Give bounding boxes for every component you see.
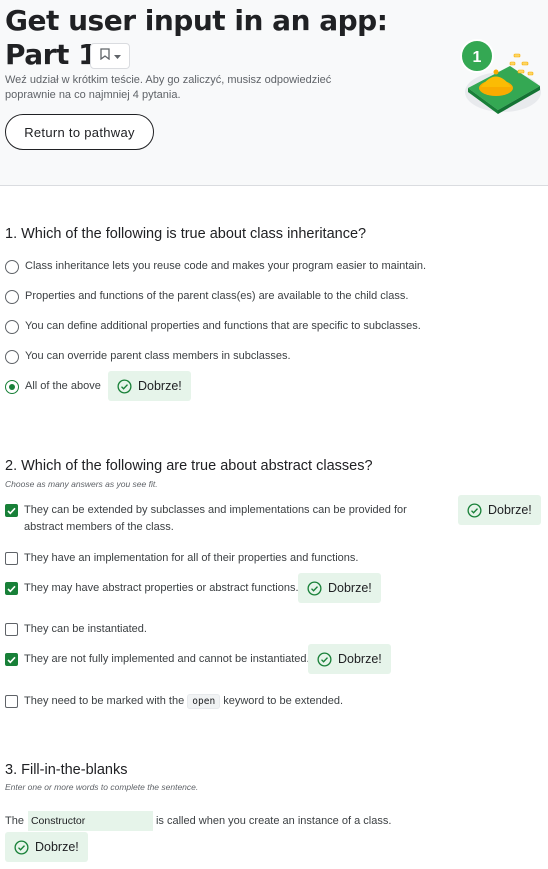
- quiz-instructions: Weź udział w krótkim teście. Aby go zali…: [5, 74, 332, 101]
- q2-option-1[interactable]: They can be extended by subclasses and i…: [5, 502, 435, 536]
- checkbox[interactable]: [5, 552, 18, 565]
- correct-feedback-badge: Dobrze!: [108, 371, 191, 401]
- sentence-after: is called when you create an instance of…: [155, 815, 392, 827]
- option-label: All of the above: [25, 380, 101, 392]
- bookmark-dropdown-button[interactable]: [90, 43, 130, 69]
- check-circle-icon: [307, 580, 322, 596]
- sentence-before: The: [5, 815, 24, 827]
- q1-option-5[interactable]: All of the above: [5, 378, 101, 395]
- radio-button[interactable]: [5, 350, 19, 364]
- option-label: They can be extended by subclasses and i…: [24, 504, 407, 533]
- question-3-hint: Enter one or more words to complete the …: [5, 782, 199, 792]
- quiz-header: Get user input in an app: Part 1 Weź udz…: [0, 0, 548, 186]
- q1-option-1[interactable]: Class inheritance lets you reuse code an…: [5, 258, 426, 275]
- q1-option-2[interactable]: Properties and functions of the parent c…: [5, 288, 408, 305]
- option-label: You can define additional properties and…: [25, 320, 421, 332]
- page-title-line2: Part 1: [5, 38, 98, 71]
- chevron-down-icon: [113, 47, 121, 65]
- option-label: Properties and functions of the parent c…: [25, 290, 409, 302]
- quiz-badge-illustration: 1: [456, 36, 542, 116]
- feedback-text: Dobrze!: [328, 581, 372, 595]
- q2-option-6[interactable]: They need to be marked with the open key…: [5, 693, 343, 710]
- question-3-title: 3. Fill-in-the-blanks: [5, 762, 128, 778]
- page-title-line1: Get user input in an app:: [5, 4, 388, 37]
- radio-button[interactable]: [5, 320, 19, 334]
- q2-option-3[interactable]: They may have abstract properties or abs…: [5, 580, 299, 597]
- option-label: You can override parent class members in…: [25, 350, 291, 362]
- q2-option-5[interactable]: They are not fully implemented and canno…: [5, 651, 310, 668]
- radio-button[interactable]: [5, 260, 19, 274]
- option-label: They are not fully implemented and canno…: [24, 653, 310, 665]
- checkbox[interactable]: [5, 695, 18, 708]
- correct-feedback-badge: Dobrze!: [458, 495, 541, 525]
- option-label: They can be instantiated.: [24, 623, 147, 635]
- question-2-title: 2. Which of the following are true about…: [5, 458, 373, 474]
- checkbox[interactable]: [5, 623, 18, 636]
- fill-in-sentence: The is called when you create an instanc…: [5, 811, 391, 831]
- option-label: They need to be marked with the open key…: [24, 693, 343, 710]
- q2-option-2[interactable]: They have an implementation for all of t…: [5, 550, 358, 567]
- correct-feedback-badge: Dobrze!: [308, 644, 391, 674]
- radio-button[interactable]: [5, 290, 19, 304]
- blank-answer-input[interactable]: [27, 811, 153, 831]
- checkbox-checked[interactable]: [5, 653, 18, 666]
- return-to-pathway-button[interactable]: Return to pathway: [5, 114, 154, 150]
- code-keyword: open: [187, 694, 221, 709]
- option-label: They have an implementation for all of t…: [24, 552, 359, 564]
- option-label: They may have abstract properties or abs…: [24, 582, 299, 594]
- q2-option-4[interactable]: They can be instantiated.: [5, 621, 147, 638]
- check-circle-icon: [467, 502, 482, 518]
- feedback-text: Dobrze!: [138, 379, 182, 393]
- badge-number: 1: [473, 49, 482, 66]
- check-circle-icon: [317, 651, 332, 667]
- q1-option-4[interactable]: You can override parent class members in…: [5, 348, 291, 365]
- bookmark-icon: [99, 47, 110, 65]
- check-circle-icon: [14, 839, 29, 855]
- feedback-text: Dobrze!: [488, 503, 532, 517]
- option-text-after: keyword to be extended.: [223, 695, 344, 707]
- option-label: Class inheritance lets you reuse code an…: [25, 260, 427, 272]
- question-1-title: 1. Which of the following is true about …: [5, 226, 367, 242]
- option-text-before: They need to be marked with the: [24, 695, 185, 707]
- feedback-text: Dobrze!: [35, 840, 79, 854]
- correct-feedback-badge: Dobrze!: [5, 832, 88, 862]
- checkbox-checked[interactable]: [5, 504, 18, 517]
- q1-option-3[interactable]: You can define additional properties and…: [5, 318, 421, 335]
- radio-button-selected[interactable]: [5, 380, 19, 394]
- feedback-text: Dobrze!: [338, 652, 382, 666]
- check-circle-icon: [117, 378, 132, 394]
- correct-feedback-badge: Dobrze!: [298, 573, 381, 603]
- question-2-hint: Choose as many answers as you see fit.: [5, 479, 158, 489]
- checkbox-checked[interactable]: [5, 582, 18, 595]
